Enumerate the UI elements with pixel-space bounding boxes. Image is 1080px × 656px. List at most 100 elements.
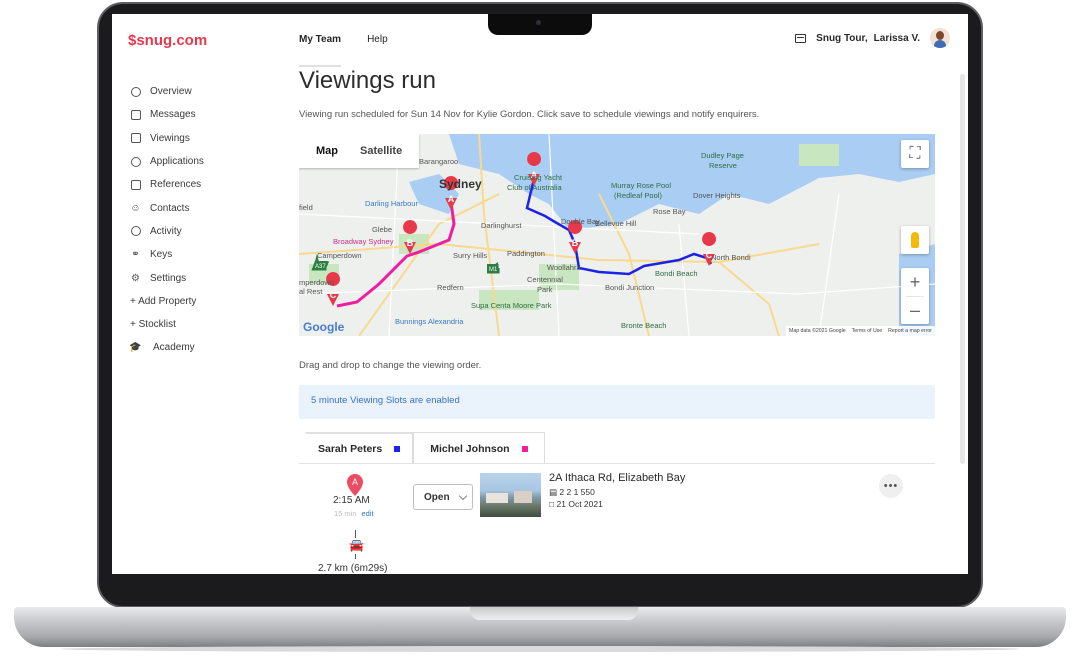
bed-icon: ▤ bbox=[549, 487, 558, 497]
report-error-link[interactable]: Report a map error bbox=[888, 328, 932, 334]
agent-tabs: Sarah Peters Michel Johnson bbox=[305, 432, 545, 464]
sidebar-item-academy[interactable]: 🎓 Academy bbox=[129, 336, 280, 359]
svg-text:Cruising Yacht: Cruising Yacht bbox=[514, 173, 563, 182]
tab-michel-johnson[interactable]: Michel Johnson bbox=[413, 432, 545, 464]
sidebar-item-label: Applications bbox=[150, 156, 204, 168]
svg-text:B: B bbox=[572, 238, 579, 248]
document-icon bbox=[130, 179, 141, 190]
archive-icon[interactable] bbox=[795, 33, 807, 43]
svg-text:al Rest: al Rest bbox=[299, 287, 323, 296]
chat-icon bbox=[130, 156, 141, 167]
avatar[interactable] bbox=[930, 28, 950, 48]
property-thumbnail[interactable] bbox=[480, 473, 541, 517]
sidebar-item-messages[interactable]: Messages bbox=[130, 103, 280, 126]
add-property-link[interactable]: + Add Property bbox=[130, 290, 280, 313]
svg-text:B: B bbox=[407, 238, 414, 248]
viewing-status-select[interactable]: Open bbox=[413, 484, 473, 510]
tab-label: Michel Johnson bbox=[430, 442, 510, 455]
sidebar-item-applications[interactable]: Applications bbox=[130, 150, 280, 173]
travel-distance: 2.7 km (6m29s) bbox=[318, 563, 388, 574]
screen: $snug.com My Team Help Snug Tour, Lariss… bbox=[112, 14, 968, 574]
laptop-shadow bbox=[60, 646, 1020, 652]
svg-text:Bronte Beach: Bronte Beach bbox=[621, 321, 666, 330]
scrollbar[interactable] bbox=[960, 74, 965, 464]
stocklist-link[interactable]: + Stocklist bbox=[130, 313, 280, 336]
chevron-down-icon bbox=[458, 491, 468, 501]
key-icon: ⚭ bbox=[131, 249, 140, 261]
camera-icon bbox=[536, 20, 541, 25]
svg-text:Darlinghurst: Darlinghurst bbox=[481, 221, 522, 230]
route-map[interactable]: ABC ABC Pirrama Park Barangaroo Sydney C… bbox=[299, 134, 935, 336]
sidebar: Overview Messages Viewings Applications … bbox=[129, 80, 280, 360]
travel-connector bbox=[355, 554, 356, 559]
map-tab-map[interactable]: Map bbox=[305, 145, 349, 157]
contacts-icon: ☺ bbox=[130, 202, 141, 214]
svg-text:Centennial: Centennial bbox=[527, 275, 563, 284]
svg-text:North Bondi: North Bondi bbox=[711, 253, 751, 262]
tab-sarah-peters[interactable]: Sarah Peters bbox=[305, 432, 414, 464]
svg-text:field: field bbox=[299, 203, 313, 212]
status-value: Open bbox=[424, 491, 450, 503]
svg-text:Woollahra: Woollahra bbox=[547, 263, 581, 272]
property-address[interactable]: 2A Ithaca Rd, Elizabeth Bay bbox=[549, 472, 685, 484]
laptop-base bbox=[14, 607, 1066, 647]
sidebar-item-settings[interactable]: ⚙ Settings bbox=[130, 266, 280, 289]
svg-text:Reserve: Reserve bbox=[709, 161, 737, 170]
sidebar-item-label: References bbox=[150, 179, 202, 191]
page-title: Viewings run bbox=[299, 67, 436, 94]
svg-text:Redfern: Redfern bbox=[437, 283, 464, 292]
sidebar-item-label: Viewings bbox=[150, 132, 190, 144]
property-date: □ 21 Oct 2021 bbox=[549, 499, 603, 509]
camera-notch bbox=[488, 14, 592, 35]
svg-text:M1: M1 bbox=[489, 267, 498, 273]
features-text: 2 2 1 550 bbox=[559, 487, 595, 497]
sidebar-item-label: Settings bbox=[150, 272, 187, 284]
sidebar-item-viewings[interactable]: Viewings bbox=[130, 127, 280, 150]
snug-logo[interactable]: $snug.com bbox=[128, 32, 207, 49]
svg-text:Glebe: Glebe bbox=[372, 225, 392, 234]
laptop-mockup: $snug.com My Team Help Snug Tour, Lariss… bbox=[0, 0, 1080, 656]
map-tab-satellite[interactable]: Satellite bbox=[349, 145, 413, 157]
sidebar-item-label: Overview bbox=[150, 86, 192, 98]
sidebar-item-label: Contacts bbox=[150, 202, 190, 214]
zoom-out-button[interactable]: – bbox=[901, 297, 929, 324]
gear-icon: ⚙ bbox=[131, 272, 140, 284]
sidebar-item-contacts[interactable]: ☺ Contacts bbox=[130, 196, 280, 219]
street-view-pegman-icon[interactable] bbox=[901, 226, 929, 254]
svg-text:Supa Centa Moore Park: Supa Centa Moore Park bbox=[471, 301, 552, 310]
sidebar-item-activity[interactable]: Activity bbox=[130, 220, 280, 243]
svg-text:A: A bbox=[352, 477, 358, 487]
viewing-stop[interactable]: A 2:15 AM 15 min edit 🚘 2.7 km (6m29s) Op… bbox=[312, 472, 932, 574]
svg-text:C: C bbox=[330, 290, 337, 300]
route-color-swatch bbox=[521, 445, 528, 452]
svg-text:Dover Heights: Dover Heights bbox=[693, 191, 741, 200]
nav-my-team[interactable]: My Team bbox=[299, 34, 342, 67]
tab-label: Sarah Peters bbox=[318, 443, 383, 455]
route-color-swatch bbox=[394, 446, 401, 452]
travel-connector bbox=[355, 530, 356, 538]
nav-help[interactable]: Help bbox=[367, 34, 388, 45]
drag-hint: Drag and drop to change the viewing orde… bbox=[299, 360, 482, 371]
activity-icon bbox=[130, 226, 141, 237]
date-text: 21 Oct 2021 bbox=[556, 499, 603, 509]
logo-text: snug.com bbox=[136, 32, 208, 49]
sidebar-item-references[interactable]: References bbox=[130, 173, 280, 196]
fullscreen-icon[interactable]: ⛶ bbox=[901, 140, 929, 168]
more-options-button[interactable]: ••• bbox=[879, 474, 903, 498]
sidebar-item-overview[interactable]: Overview bbox=[130, 80, 280, 103]
calendar-icon bbox=[130, 133, 141, 144]
sidebar-item-label: Messages bbox=[150, 109, 196, 121]
sidebar-item-label: Keys bbox=[150, 249, 173, 261]
sidebar-item-keys[interactable]: ⚭ Keys bbox=[130, 243, 280, 266]
svg-text:Barangaroo: Barangaroo bbox=[419, 157, 458, 166]
page-subtitle: Viewing run scheduled for Sun 14 Nov for… bbox=[299, 109, 760, 120]
top-nav: My Team Help bbox=[299, 34, 388, 67]
zoom-in-button[interactable]: + bbox=[901, 268, 929, 296]
svg-text:Club of Australia: Club of Australia bbox=[507, 183, 562, 192]
edit-duration-link[interactable]: edit bbox=[362, 509, 374, 518]
map-attribution: Map data ©2021 Google Terms of Use Repor… bbox=[786, 326, 935, 336]
account-menu[interactable]: Snug Tour, Larissa V. bbox=[795, 28, 950, 48]
svg-text:Surry Hills: Surry Hills bbox=[453, 251, 487, 260]
terms-link[interactable]: Terms of Use bbox=[852, 328, 883, 334]
map-type-tabs: Map Satellite bbox=[299, 134, 420, 168]
